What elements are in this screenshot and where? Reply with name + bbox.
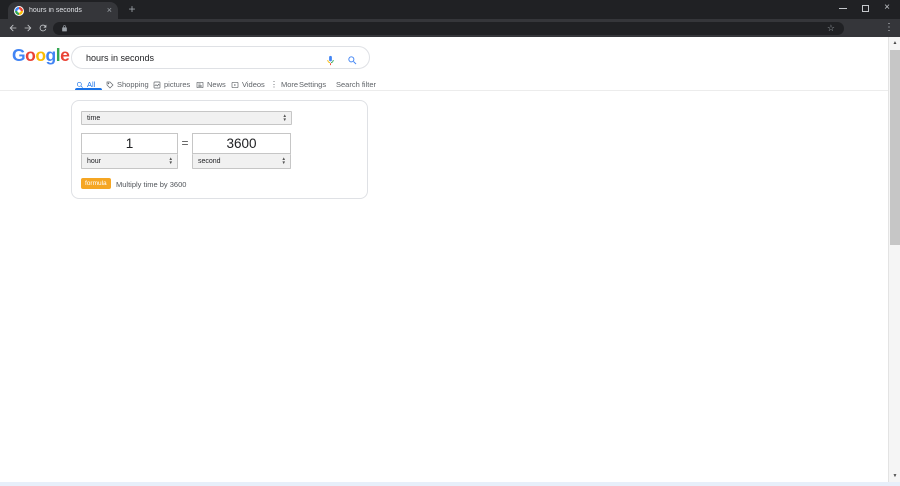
to-value-input[interactable] [192, 133, 291, 154]
tab-title: hours in seconds [29, 7, 82, 14]
tab-close-icon[interactable]: × [107, 6, 112, 15]
forward-arrow-icon [24, 24, 31, 32]
browser-toolbar: ☆ ⋮ [0, 19, 900, 37]
address-bar[interactable]: ☆ [53, 21, 844, 35]
forward-button[interactable] [20, 19, 35, 37]
titlebar: hours in seconds × + × [0, 0, 900, 19]
back-arrow-icon [9, 24, 16, 32]
maximize-button[interactable] [854, 0, 876, 16]
window-bottom-edge [0, 482, 900, 486]
select-arrows-icon: ▲ ▼ [282, 113, 287, 122]
scrollbar-thumb[interactable] [890, 50, 900, 245]
to-unit-select[interactable]: second ▲ ▼ [192, 154, 291, 169]
close-icon: × [884, 2, 890, 13]
reload-button[interactable] [35, 19, 50, 37]
minimize-icon [839, 7, 847, 9]
category-select[interactable]: time ▲ ▼ [81, 111, 292, 125]
google-logo[interactable]: Google [12, 45, 70, 66]
formula-badge: formula [81, 178, 111, 189]
unit-converter-card: time ▲▼ = hour ▲▼ second ▲▼ formula Mult… [71, 100, 368, 199]
from-unit-select[interactable]: hour ▲ ▼ [81, 154, 178, 169]
search-submit-icon[interactable] [347, 53, 358, 65]
minimize-button[interactable] [832, 0, 854, 16]
back-button[interactable] [5, 19, 20, 37]
image-icon [153, 81, 161, 88]
page-content: Google All Shopping pictures [0, 37, 900, 486]
new-tab-button[interactable]: + [124, 2, 140, 18]
vertical-scrollbar[interactable]: ▲ ▼ [888, 37, 900, 482]
more-dots-icon: ⋮ [270, 79, 278, 89]
close-window-button[interactable]: × [876, 0, 898, 16]
select-arrows-icon: ▲ ▼ [281, 156, 286, 165]
search-box[interactable] [71, 46, 370, 69]
scroll-down-icon[interactable]: ▼ [889, 470, 900, 482]
browser-tab[interactable]: hours in seconds × [8, 2, 118, 19]
price-tag-icon [106, 81, 114, 88]
scroll-up-icon[interactable]: ▲ [889, 37, 900, 49]
lock-icon [61, 24, 68, 32]
tab-favicon-google-icon [14, 5, 24, 16]
formula-text: Multiply time by 3600 [116, 180, 187, 189]
from-value-input[interactable] [81, 133, 178, 154]
to-unit-value: second [198, 157, 221, 165]
reload-icon [39, 24, 46, 32]
microphone-icon[interactable] [325, 53, 336, 66]
video-play-icon [231, 81, 239, 88]
category-value: time [87, 114, 101, 122]
newspaper-icon [196, 81, 204, 88]
maximize-icon [861, 4, 869, 12]
search-input[interactable] [86, 52, 306, 63]
tabs-divider [0, 90, 888, 91]
from-unit-value: hour [87, 157, 102, 165]
window-controls: × [832, 0, 898, 16]
browser-menu-icon[interactable]: ⋮ [882, 19, 896, 37]
equals-sign: = [181, 136, 189, 150]
bookmark-star-icon[interactable]: ☆ [827, 22, 835, 35]
select-arrows-icon: ▲ ▼ [168, 156, 173, 165]
